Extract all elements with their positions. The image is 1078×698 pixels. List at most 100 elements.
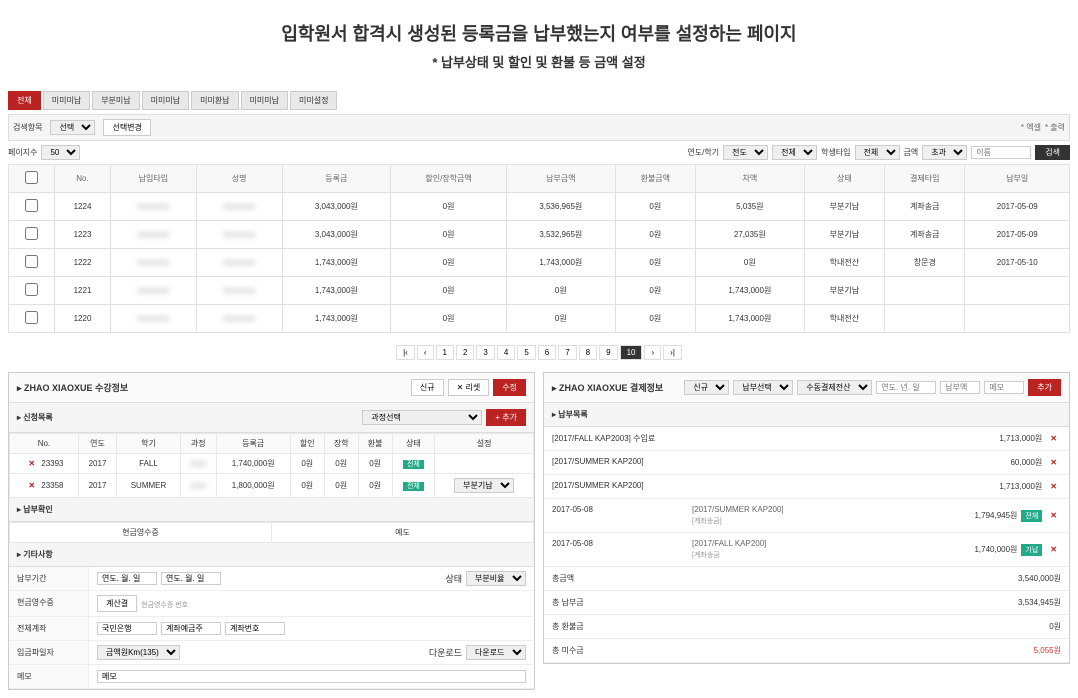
page-prev[interactable]: |‹ xyxy=(396,345,415,360)
paylist-title: ▸ 납부목록 xyxy=(552,409,588,420)
period-setting-select[interactable]: 부분비율 xyxy=(466,571,526,586)
bank-name-input[interactable] xyxy=(97,622,157,635)
table-row[interactable]: 1223xxxxxxxxxxxxxxxx3,043,000원0원3,532,96… xyxy=(9,221,1070,249)
year-all-select[interactable]: 전체 xyxy=(772,145,817,160)
col-header: 등록금 xyxy=(282,165,391,193)
cell: 0원 xyxy=(391,193,507,221)
pay-new-select[interactable]: 신규 xyxy=(684,380,729,395)
tab[interactable]: 미미미납 xyxy=(142,91,189,110)
table-row[interactable]: 1224xxxxxxxxxxxxxxxx3,043,000원0원3,536,96… xyxy=(9,193,1070,221)
page-number[interactable]: 8 xyxy=(579,345,597,360)
summary-row: 총 미수금5,055원 xyxy=(544,639,1069,663)
tab[interactable]: 미미환납 xyxy=(191,91,238,110)
tab[interactable]: 미미미납 xyxy=(241,91,288,110)
page-prev[interactable]: ‹ xyxy=(417,345,434,360)
setting-select[interactable]: 부분기납 xyxy=(454,478,514,493)
pagesize-select[interactable]: 50 xyxy=(41,145,80,160)
row-checkbox[interactable] xyxy=(25,283,38,296)
page-number[interactable]: 3 xyxy=(476,345,494,360)
tab[interactable]: 부분미납 xyxy=(92,91,139,110)
page-number[interactable]: 2 xyxy=(456,345,474,360)
row-checkbox[interactable] xyxy=(25,227,38,240)
cell: xxxxxxxx xyxy=(196,305,282,333)
page-next[interactable]: › xyxy=(644,345,661,360)
file-select[interactable]: 금액원Km(135) xyxy=(97,645,180,660)
delete-icon[interactable]: ✕ xyxy=(28,459,35,468)
cell: 0원 xyxy=(696,249,805,277)
cell: xxxxxxxx xyxy=(111,305,197,333)
cash-calc-button[interactable]: 계산결 xyxy=(97,595,137,612)
cash-note: 현금영수증 번호 xyxy=(141,600,188,610)
cell: 3,536,965원 xyxy=(506,193,615,221)
page-number[interactable]: 1 xyxy=(436,345,454,360)
inner-cell: xxxx xyxy=(180,454,216,474)
table-row[interactable]: 1220xxxxxxxxxxxxxxxx1,743,000원0원0원0원1,74… xyxy=(9,305,1070,333)
add-course-button[interactable]: + 추가 xyxy=(486,409,526,426)
select-all-checkbox[interactable] xyxy=(25,171,38,184)
delete-icon[interactable]: ✕ xyxy=(28,481,35,490)
course-select[interactable]: 과정선택 xyxy=(362,410,482,425)
excel-link[interactable]: * 엑셀 xyxy=(1021,122,1041,133)
page-number[interactable]: 5 xyxy=(517,345,535,360)
page-number[interactable]: 4 xyxy=(497,345,515,360)
inner-col: No. xyxy=(10,434,79,454)
year-select[interactable]: 전도 xyxy=(723,145,768,160)
inner-cell: 전체 xyxy=(392,474,435,498)
print-link[interactable]: * 출력 xyxy=(1045,122,1065,133)
pay-type-select[interactable]: 납부선택 xyxy=(733,380,793,395)
pay-method-select[interactable]: 수동결제전산 xyxy=(797,380,872,395)
search-button[interactable]: 검색 xyxy=(1035,145,1070,160)
table-row[interactable]: 1221xxxxxxxxxxxxxxxx1,743,000원0원0원0원1,74… xyxy=(9,277,1070,305)
new-button[interactable]: 신규 xyxy=(411,379,444,396)
fee-label: [2017/SUMMER KAP200] xyxy=(552,481,692,492)
inner-col: 할인 xyxy=(290,434,324,454)
amount-select[interactable]: 초과 xyxy=(922,145,967,160)
row-checkbox[interactable] xyxy=(25,255,38,268)
remove-icon[interactable]: ✕ xyxy=(1050,545,1057,554)
pay-memo-input[interactable] xyxy=(984,381,1024,394)
page-number[interactable]: 9 xyxy=(599,345,617,360)
summary-value: 0원 xyxy=(941,621,1061,632)
cell: xxxxxxxx xyxy=(111,193,197,221)
table-row[interactable]: 1222xxxxxxxxxxxxxxxx1,743,000원0원1,743,00… xyxy=(9,249,1070,277)
cell: 0원 xyxy=(615,193,695,221)
tab[interactable]: 전체 xyxy=(8,91,41,110)
pay-add-button[interactable]: 추가 xyxy=(1028,379,1061,396)
page-number[interactable]: 6 xyxy=(538,345,556,360)
period-to-input[interactable] xyxy=(161,572,221,585)
reset-button[interactable]: ✕ 리셋 xyxy=(448,379,490,396)
search-input[interactable] xyxy=(971,146,1031,159)
row-checkbox[interactable] xyxy=(25,199,38,212)
tab[interactable]: 미미미납 xyxy=(43,91,90,110)
remove-icon[interactable]: ✕ xyxy=(1050,511,1057,520)
page-next[interactable]: ›| xyxy=(663,345,682,360)
col-header: 차액 xyxy=(696,165,805,193)
bank-number-input[interactable] xyxy=(225,622,285,635)
payment-tag[interactable]: 전체 xyxy=(1021,510,1042,522)
cell: 1,743,000원 xyxy=(696,305,805,333)
inner-col: 연도 xyxy=(78,434,116,454)
type-select[interactable]: 전체 xyxy=(855,145,900,160)
bank-holder-input[interactable] xyxy=(161,622,221,635)
change-button[interactable]: 선택변경 xyxy=(103,119,150,136)
row-checkbox[interactable] xyxy=(25,311,38,324)
memo-input[interactable] xyxy=(97,670,526,683)
payment-tag[interactable]: 기납 xyxy=(1021,544,1042,556)
year-label: 연도/학기 xyxy=(687,147,719,158)
status-badge[interactable]: 전체 xyxy=(403,482,424,491)
period-from-input[interactable] xyxy=(97,572,157,585)
download-select[interactable]: 다운로드 xyxy=(466,645,526,660)
cell: 0원 xyxy=(391,249,507,277)
page-number[interactable]: 10 xyxy=(620,345,643,360)
tab[interactable]: 미미설정 xyxy=(290,91,337,110)
remove-icon[interactable]: ✕ xyxy=(1050,434,1057,443)
pay-date-input[interactable] xyxy=(876,381,936,394)
edit-button[interactable]: 수정 xyxy=(493,379,526,396)
remove-icon[interactable]: ✕ xyxy=(1050,458,1057,467)
remove-icon[interactable]: ✕ xyxy=(1050,482,1057,491)
fee-label: [2017/FALL KAP2003] 수입료 xyxy=(552,433,692,444)
status-badge[interactable]: 전체 xyxy=(403,460,424,469)
pay-amount-input[interactable] xyxy=(940,381,980,394)
page-number[interactable]: 7 xyxy=(558,345,576,360)
filter-select[interactable]: 선택 xyxy=(50,120,95,135)
